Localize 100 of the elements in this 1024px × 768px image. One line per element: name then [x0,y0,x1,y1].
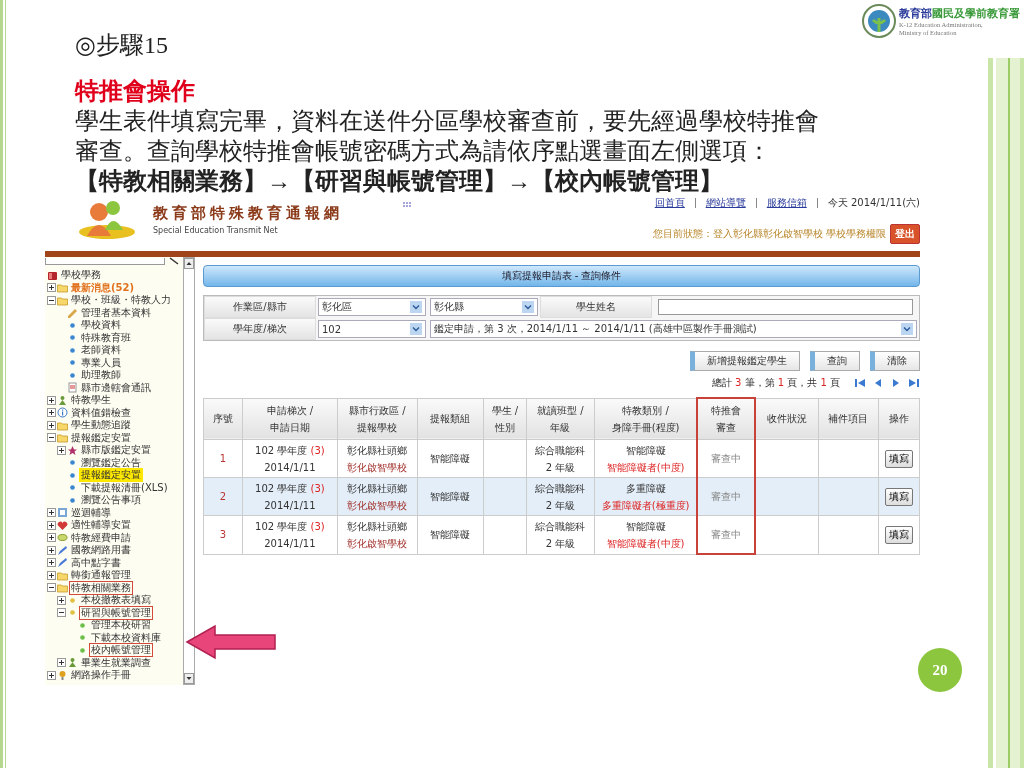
dropdown-arrow-icon [522,301,534,313]
action-button[interactable]: 新增提報鑑定學生 [690,351,800,371]
expand-toggle[interactable] [47,420,56,430]
table-cell: 彰化縣社頭鄉 彰化啟智學校 [337,515,418,554]
folder-icon [57,419,68,431]
tree-item[interactable]: 瀏覽公告事項 [79,493,143,508]
select-field[interactable]: 彰化區 [318,298,426,316]
column-header: 操作 [878,398,920,440]
fill-in-button[interactable]: 填寫 [884,525,913,544]
expand-toggle[interactable] [47,508,56,518]
tree-item[interactable]: 學校學務 [59,268,103,283]
tree-item[interactable]: 下載本校資料庫 [89,630,163,645]
tree-item[interactable]: 高中點字書 [69,555,123,570]
tree-item[interactable]: 縣市版鑑定安置 [79,443,153,458]
column-header: 申請梯次 / 申請日期 [242,398,338,440]
expand-toggle[interactable] [57,445,66,455]
table-cell: 1 [203,439,243,478]
select-field[interactable]: 102 [318,320,426,338]
tree-item[interactable]: 轉銜通報管理 [69,568,133,583]
folder-icon [57,569,68,581]
tree-item[interactable]: 特教相關業務 [69,580,133,595]
collapse-toggle[interactable] [47,433,56,443]
menu-dots-icon[interactable] [403,202,411,208]
tree-item[interactable]: 畢業生就業調查 [79,655,153,670]
pen-icon [67,307,78,319]
tree-item[interactable]: 校內帳號管理 [89,643,153,658]
scroll-down-icon[interactable] [184,673,194,684]
expand-toggle[interactable] [47,558,56,568]
nav-link[interactable]: 回首頁 [644,198,696,208]
tree-item[interactable]: 助理教師 [79,368,123,383]
tree-item[interactable]: 縣市邊轄會通訊 [79,380,153,395]
tree-item[interactable]: 特殊教育班 [79,330,133,345]
tree-item[interactable]: 提報鑑定安置 [79,468,143,483]
expand-toggle[interactable] [47,408,56,418]
expand-toggle[interactable] [47,670,56,680]
name-input-field[interactable] [658,299,913,315]
logout-button[interactable]: 登出 [890,224,920,244]
date-text: 今天 2014/1/11(六) [826,196,920,210]
select-field[interactable]: 鑑定申請，第 3 次，2014/1/11 ～ 2014/1/11 (高雄中區製作手冊測試) [430,320,917,338]
expand-toggle[interactable] [47,283,56,293]
expand-toggle[interactable] [47,545,56,555]
folder-icon [57,282,68,294]
tree-item[interactable]: 提報鑑定安置 [69,430,133,445]
tree-item[interactable]: 特教學生 [69,393,113,408]
table-cell: 智能障礙 [417,515,484,554]
pencil-icon [57,557,68,569]
expand-toggle[interactable] [47,570,56,580]
tree-item[interactable]: 資料值錯檢查 [69,405,133,420]
tree-item[interactable]: 老師資料 [79,343,123,358]
status-text: 您目前狀態：登入彰化縣彰化啟智學校 學校學務權限 [652,227,886,241]
pen-icon [169,257,179,265]
table-row[interactable]: 1 102 學年度 (3) 2014/1/11 彰化縣社頭鄉 彰化啟智學校 智能障礙 綜合職能科 2 年級 智能障礙 智能障礙者(中度) 審查中 填寫 [203,439,920,478]
table-cell: 智能障礙 [417,477,484,516]
tree-item[interactable]: 學校・班級・特教人力 [69,293,173,308]
tree-item[interactable]: 學生動態追蹤 [69,418,133,433]
person-icon [67,657,78,669]
tree-item[interactable]: 巡迴輔導 [69,505,113,520]
scroll-up-icon[interactable] [184,258,194,269]
tree-item[interactable]: 特教經費申請 [69,530,133,545]
fill-in-button[interactable]: 填寫 [884,487,913,506]
last-page-icon[interactable] [908,377,920,389]
tree-item[interactable]: 下載提報清冊(XLS) [79,480,170,495]
collapse-toggle[interactable] [47,295,56,305]
tree-item[interactable]: 國教網路用書 [69,543,133,558]
table-row[interactable]: 2 102 學年度 (3) 2014/1/11 彰化縣社頭鄉 彰化啟智學校 智能障礙 綜合職能科 2 年級 多重障礙 多重障礙者(極重度) 審查中 填寫 [203,477,920,516]
tree-filter-field[interactable] [45,257,165,265]
action-button[interactable]: 查詢 [810,351,860,371]
expand-toggle[interactable] [57,595,66,605]
tree-item[interactable]: 專業人員 [79,355,123,370]
page-number: 20 [918,648,962,692]
tree-item[interactable]: 瀏覽鑑定公告 [79,455,143,470]
site-title: 教育部特殊教育通報網 [153,204,344,223]
tree-item[interactable]: 管理本校研習 [89,618,153,633]
leaf-icon [57,532,68,544]
tree-item[interactable]: 管理者基本資料 [79,305,153,320]
table-row[interactable]: 3 102 學年度 (3) 2014/1/11 彰化縣社頭鄉 彰化啟智學校 智能障礙 綜合職能科 2 年級 智能障礙 智能障礙者(中度) 審查中 填寫 [203,515,920,554]
expand-toggle[interactable] [47,395,56,405]
table-cell: 3 [203,515,243,554]
scrollbar[interactable] [183,257,195,685]
dropdown-arrow-icon [410,301,422,313]
info-icon [57,407,68,419]
document-icon [67,382,78,394]
collapse-toggle[interactable] [57,608,66,618]
tree-item[interactable]: 研習與帳號管理 [79,605,153,620]
expand-toggle[interactable] [57,658,66,668]
expand-toggle[interactable] [47,520,56,530]
first-page-icon[interactable] [854,377,866,389]
nav-link[interactable]: 服務信箱 [756,198,818,208]
action-button[interactable]: 清除 [870,351,920,371]
fill-in-button[interactable]: 填寫 [884,449,913,468]
nav-link[interactable]: 網站導覽 [695,198,757,208]
step-title: ◎步驟15 [75,31,168,60]
tree-item[interactable]: 網路操作手冊 [69,668,133,683]
tree-item[interactable]: 本校撤教表填寫 [79,593,153,608]
tree-item[interactable]: 學校資料 [79,318,123,333]
collapse-toggle[interactable] [47,583,56,593]
expand-toggle[interactable] [47,533,56,543]
tree-item[interactable]: 適性輔導安置 [69,518,133,533]
field-label: 學年度/梯次 [204,318,316,340]
select-field[interactable]: 彰化縣 [430,298,538,316]
